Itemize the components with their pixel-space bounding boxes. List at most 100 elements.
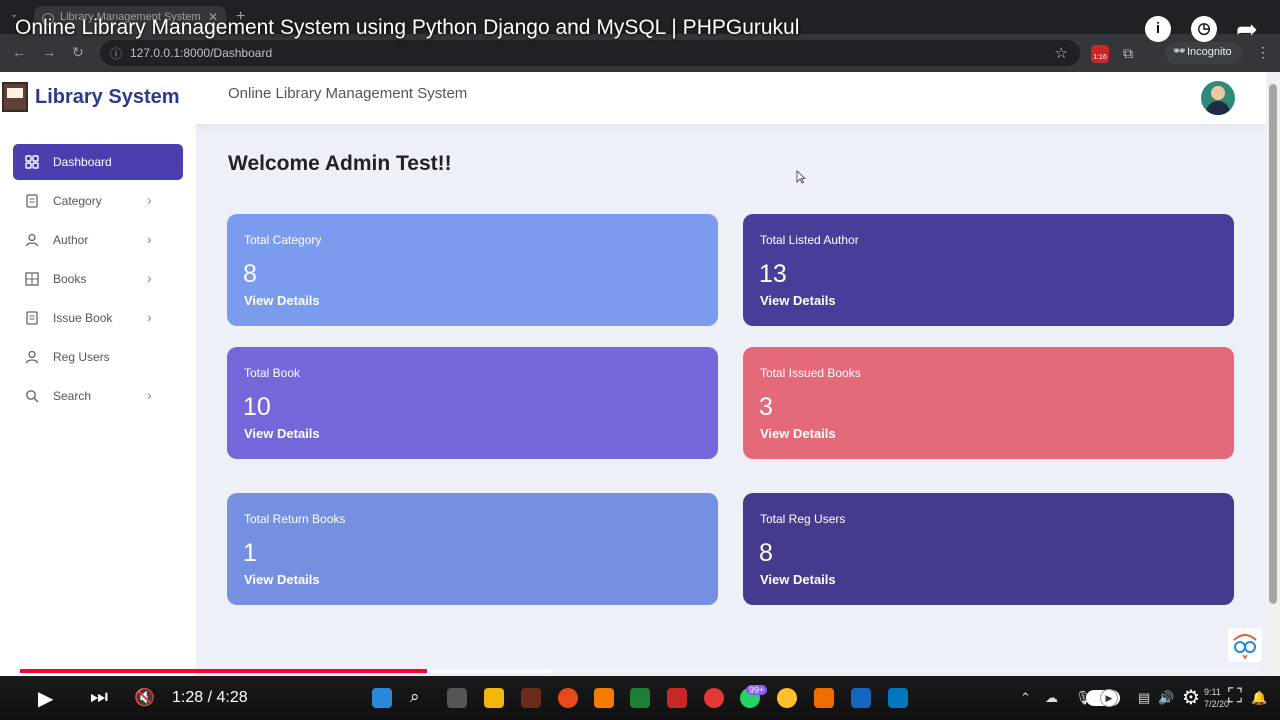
card-value: 8 <box>243 260 257 288</box>
header-title: Online Library Management System <box>228 85 468 102</box>
card-value: 10 <box>243 393 271 421</box>
sidebar-item-dashboard[interactable]: Dashboard <box>13 144 183 180</box>
app-icon[interactable] <box>594 688 614 708</box>
watch-later-clock-icon[interactable]: ◷ <box>1191 16 1217 42</box>
bookmark-star-icon[interactable]: ☆ <box>1055 44 1068 62</box>
chevron-right-icon: › <box>147 387 152 403</box>
card-title: Total Category <box>244 233 322 247</box>
card-title: Total Return Books <box>244 512 346 526</box>
avatar[interactable] <box>1201 81 1235 115</box>
search-icon <box>26 390 39 403</box>
view-details-link[interactable]: View Details <box>760 293 836 308</box>
stat-card-total-book: Total Book 10 View Details <box>227 347 718 459</box>
app-icon[interactable] <box>558 688 578 708</box>
view-details-link[interactable]: View Details <box>244 572 320 587</box>
card-title: Total Listed Author <box>760 233 859 247</box>
settings-gear-icon[interactable]: ⚙ <box>1182 685 1200 710</box>
sidebar-item-label: Search <box>53 389 92 403</box>
chrome-icon[interactable] <box>704 688 724 708</box>
incognito-badge[interactable]: 🕶 Incognito <box>1165 42 1242 64</box>
browser-menu-icon[interactable]: ⋮ <box>1256 44 1270 61</box>
view-details-link[interactable]: View Details <box>760 572 836 587</box>
tray-chevron-icon[interactable]: ⌃ <box>1020 690 1031 706</box>
stat-card-total-listed-author: Total Listed Author 13 View Details <box>743 214 1234 326</box>
screen: ⌄ Library Management System ✕ + ← → ↻ ⓘ … <box>0 0 1280 720</box>
extension-badge: 1:16 <box>1093 54 1107 61</box>
document-icon <box>26 194 38 208</box>
task-view-icon[interactable] <box>447 688 467 708</box>
video-title: Online Library Management System using P… <box>15 16 800 39</box>
fullscreen-exit-icon[interactable]: ⛶ <box>1228 685 1242 708</box>
played-bar <box>20 669 427 673</box>
video-progress-bar[interactable] <box>20 669 1260 673</box>
incognito-icon: 🕶 <box>1173 46 1186 57</box>
incognito-label: Incognito <box>1187 46 1232 58</box>
stat-card-total-issued-books: Total Issued Books 3 View Details <box>743 347 1234 459</box>
next-icon[interactable]: ⏭ <box>90 686 108 709</box>
url-text: 127.0.0.1:8000/Dashboard <box>130 46 273 60</box>
sidebar-item-search[interactable]: Search › <box>13 378 183 414</box>
excel-icon[interactable] <box>630 688 650 708</box>
document-icon <box>26 311 38 325</box>
page-scrollbar[interactable] <box>1266 72 1280 680</box>
video-controls: ▶ ⏭ 🔇 1:28 / 4:28 ⌕ 99+ ⌃ ☁ 🎙 ▶ ▤ 🔊 ⚙ 9:… <box>0 676 1280 720</box>
card-title: Total Issued Books <box>760 366 861 380</box>
reload-icon[interactable]: ↻ <box>72 44 84 61</box>
system-clock: 9:11 7/2/20 <box>1204 686 1229 710</box>
share-arrow-icon[interactable]: ➦ <box>1236 14 1258 45</box>
back-icon[interactable]: ← <box>12 44 26 60</box>
speaker-icon[interactable]: 🔊 <box>1158 690 1174 706</box>
page-title: Welcome Admin Test!! <box>228 152 452 175</box>
notepad-icon[interactable] <box>888 688 908 708</box>
app-icon[interactable] <box>667 688 687 708</box>
view-details-link[interactable]: View Details <box>244 426 320 441</box>
app-icon[interactable] <box>521 688 541 708</box>
video-time: 1:28 / 4:28 <box>172 689 248 706</box>
extensions-puzzle-icon[interactable]: ⧉ <box>1123 45 1133 62</box>
chrome-icon[interactable] <box>777 688 797 708</box>
stat-card-total-category: Total Category 8 View Details <box>227 214 718 326</box>
notification-badge: 99+ <box>746 685 768 695</box>
scroll-thumb[interactable] <box>1269 84 1277 604</box>
search-icon[interactable]: ⌕ <box>410 687 420 707</box>
sidebar-item-author[interactable]: Author › <box>13 222 183 258</box>
info-icon[interactable]: i <box>1145 16 1171 42</box>
brand-name[interactable]: Library System <box>35 86 180 109</box>
clock-time: 9:11 <box>1204 687 1221 697</box>
library-logo <box>2 82 28 112</box>
chevron-right-icon: › <box>147 309 152 325</box>
forward-icon[interactable]: → <box>42 44 56 60</box>
windows-start-icon[interactable] <box>372 688 392 708</box>
play-icon[interactable]: ▶ <box>38 686 53 711</box>
sidebar-item-issue-book[interactable]: Issue Book › <box>13 300 183 336</box>
address-bar[interactable]: ⓘ 127.0.0.1:8000/Dashboard ☆ <box>100 40 1080 66</box>
sidebar: Dashboard Category › Author › Books › Is… <box>0 124 196 680</box>
mouse-cursor-icon <box>796 170 806 184</box>
subtitles-icon[interactable]: ▤ <box>1138 690 1150 706</box>
sublime-icon[interactable] <box>814 688 834 708</box>
chevron-right-icon: › <box>147 231 152 247</box>
mute-icon[interactable]: 🔇 <box>134 688 155 708</box>
channel-watermark-logo[interactable] <box>1228 628 1262 662</box>
autoplay-toggle[interactable]: ▶ <box>1086 689 1120 707</box>
extension-timer-icon[interactable]: 1:16 <box>1091 45 1109 63</box>
user-icon <box>25 233 39 247</box>
sidebar-item-label: Reg Users <box>53 350 110 364</box>
sidebar-item-reg-users[interactable]: Reg Users <box>13 339 183 375</box>
view-details-link[interactable]: View Details <box>244 293 320 308</box>
file-explorer-icon[interactable] <box>484 688 504 708</box>
sidebar-item-category[interactable]: Category › <box>13 183 183 219</box>
sidebar-item-books[interactable]: Books › <box>13 261 183 297</box>
card-value: 3 <box>759 393 773 421</box>
sidebar-item-label: Books <box>53 272 87 286</box>
sidebar-item-label: Issue Book <box>53 311 113 325</box>
card-title: Total Reg Users <box>760 512 846 526</box>
cloud-icon[interactable]: ☁ <box>1045 690 1058 706</box>
view-details-link[interactable]: View Details <box>760 426 836 441</box>
card-value: 13 <box>759 260 787 288</box>
notification-bell-icon[interactable]: 🔔 <box>1251 690 1267 706</box>
stat-card-total-reg-users: Total Reg Users 8 View Details <box>743 493 1234 605</box>
grid-icon <box>25 155 39 169</box>
site-info-icon[interactable]: ⓘ <box>110 45 122 62</box>
app-icon[interactable] <box>851 688 871 708</box>
